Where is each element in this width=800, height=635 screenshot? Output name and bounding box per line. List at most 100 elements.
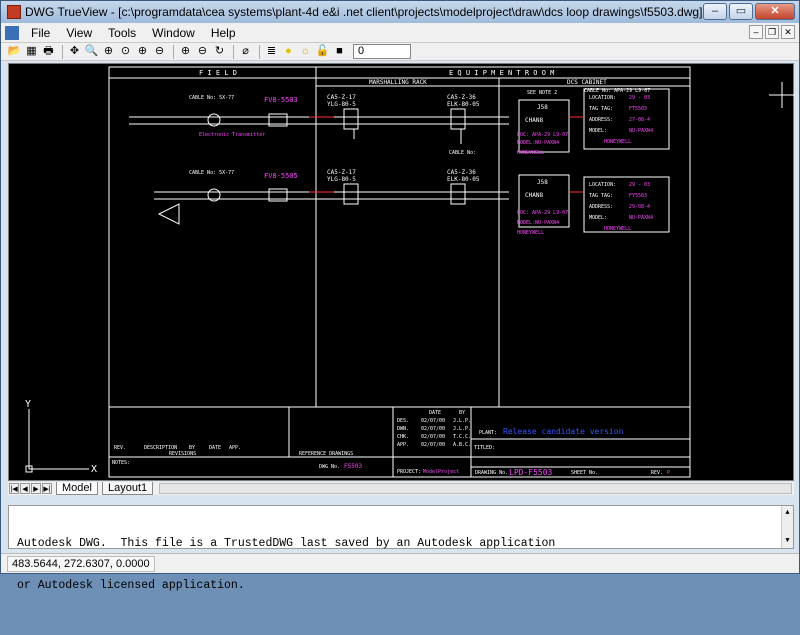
- date-row-date: 02/07/00: [421, 426, 445, 432]
- zoom-out-icon[interactable]: ⊖: [152, 44, 167, 59]
- command-scrollbar[interactable]: ▲ ▼: [781, 506, 793, 548]
- reference-label: REFERENCE DRAWINGS: [299, 451, 353, 457]
- info-value: 27-08-4: [629, 117, 650, 123]
- toolbar-separator: [62, 44, 63, 59]
- info-label: MODEL:: [589, 128, 607, 134]
- command-line-2: or Autodesk licensed application.: [17, 579, 245, 592]
- loop1-vendor: HONEYWELL: [517, 150, 544, 156]
- last-tab-button[interactable]: ▶|: [42, 483, 52, 494]
- layout-tabs: |◀ ◀ ▶ ▶| Model Layout1: [8, 482, 794, 495]
- publish-icon[interactable]: ▦: [24, 44, 39, 59]
- info-label: TAG TAG:: [589, 193, 613, 199]
- date-row-date: 02/07/00: [421, 442, 445, 448]
- zoom-window-icon[interactable]: ⊕: [101, 44, 116, 59]
- loop2-loc: LOC: APA-29 L9-07: [517, 210, 568, 216]
- info-value: 29 - 03: [629, 182, 650, 188]
- sun-icon[interactable]: ☼: [298, 44, 313, 59]
- measure-icon[interactable]: ⌀: [238, 44, 253, 59]
- date-row-by: T.C.C.: [453, 434, 471, 440]
- first-tab-button[interactable]: |◀: [9, 483, 19, 494]
- application-window: DWG TrueView - [c:\programdata\cea syste…: [0, 0, 800, 592]
- ucs-icon: Y X: [25, 399, 97, 475]
- zoom-in-icon[interactable]: ⊕: [135, 44, 150, 59]
- col-rev: REV.: [114, 445, 126, 451]
- toolbar: 📂 ▦ 🖶 ✥ 🔍 ⊕ ⊙ ⊕ ⊖ ⊕ ⊖ ↻ ⌀ ≣ ● ☼ 🔓 ■ 0: [1, 43, 799, 61]
- notes-label: NOTES:: [112, 460, 130, 466]
- tab-layout1[interactable]: Layout1: [101, 482, 154, 495]
- loop1-loc: LOC: APA-29 L9-07: [517, 132, 568, 138]
- sheet-label: SHEET No.: [571, 470, 598, 476]
- doc-restore-button[interactable]: ❐: [765, 25, 779, 39]
- loop1-cab2: CA5-Z-36: [447, 94, 476, 101]
- info-label: ADDRESS:: [589, 204, 613, 210]
- layers-icon[interactable]: ≣: [264, 44, 279, 59]
- loop1-model: MODEL:NU-PAXN4: [517, 140, 559, 146]
- by-header: BY: [459, 410, 465, 416]
- revisions-label: REVISIONS: [169, 451, 196, 457]
- section-equipment: E Q U I P M E N T R O O M: [449, 69, 554, 77]
- menu-help[interactable]: Help: [203, 26, 244, 40]
- date-row-date: 02/07/00: [421, 434, 445, 440]
- zoom-previous-icon[interactable]: ⊙: [118, 44, 133, 59]
- loop2-cable-field: CABLE No: 5X-77: [189, 170, 234, 176]
- menu-file[interactable]: File: [23, 26, 58, 40]
- window-title: DWG TrueView - [c:\programdata\cea syste…: [25, 5, 703, 19]
- date-row-label: CHK.: [397, 434, 409, 440]
- next-tab-button[interactable]: ▶: [31, 483, 41, 494]
- date-row-by: J.L.P.: [453, 426, 471, 432]
- coordinates-display[interactable]: 483.5644, 272.6307, 0.0000: [7, 555, 155, 572]
- doc-close-button[interactable]: ✕: [781, 25, 795, 39]
- plant-value: Release candidate version: [503, 427, 624, 436]
- orbit-icon[interactable]: ↻: [212, 44, 227, 59]
- doc-minimize-button[interactable]: –: [749, 25, 763, 39]
- title-bar: DWG TrueView - [c:\programdata\cea syste…: [1, 1, 799, 23]
- minimize-button[interactable]: –: [703, 3, 727, 20]
- close-button[interactable]: ✕: [755, 3, 795, 20]
- loop1-cable-dcs: CABLE No: APA-29 L9-07: [584, 88, 650, 94]
- zoom-extents-icon[interactable]: ⊕: [178, 44, 193, 59]
- dwg-no-value: F5503: [344, 463, 362, 470]
- maximize-button[interactable]: ▭: [729, 3, 753, 20]
- col-date: DATE: [209, 445, 221, 451]
- loop1-cab2b: ELK-80-05: [447, 101, 480, 108]
- tab-model[interactable]: Model: [56, 482, 98, 495]
- loop-2: CABLE No: 5X-77 FV8-5505 CA5-Z-17 YLG-80…: [154, 169, 670, 236]
- document-icon[interactable]: [5, 25, 19, 40]
- rev-value: P: [667, 470, 670, 476]
- plant-label: PLANT:: [479, 430, 497, 436]
- color-square-icon[interactable]: ■: [332, 44, 347, 59]
- project-label: PROJECT:: [397, 469, 421, 475]
- zoom-all-icon[interactable]: ⊖: [195, 44, 210, 59]
- section-marshalling: MARSHALLING RACK: [369, 79, 427, 86]
- loop1-instrument-desc: Electronic Transmitter: [199, 132, 265, 138]
- drawing-viewport[interactable]: F I E L D E Q U I P M E N T R O O M MARS…: [8, 63, 795, 481]
- zoom-realtime-icon[interactable]: 🔍: [84, 44, 99, 59]
- layer-select[interactable]: 0: [353, 44, 411, 59]
- drawing-canvas: F I E L D E Q U I P M E N T R O O M MARS…: [25, 66, 795, 478]
- loop2-cab1b: YLG-80-5: [327, 176, 356, 183]
- pan-icon[interactable]: ✥: [67, 44, 82, 59]
- menu-window[interactable]: Window: [144, 26, 203, 40]
- loop2-model: MODEL:NU-PAXN4: [517, 220, 559, 226]
- crosshair-cursor: [769, 82, 795, 108]
- info-label: TAG TAG:: [589, 106, 613, 112]
- info-value: HONEYWELL: [604, 139, 631, 145]
- command-window[interactable]: Autodesk DWG. This file is a TrustedDWG …: [8, 505, 794, 592]
- prev-tab-button[interactable]: ◀: [20, 483, 30, 494]
- info-value: 29-08-4: [629, 204, 650, 210]
- loop-1: CABLE No: 5X-77 FV8-5503 Electronic Tran…: [129, 88, 670, 156]
- plot-icon[interactable]: 🖶: [41, 44, 56, 59]
- date-row-label: APP.: [397, 442, 409, 448]
- loop1-cab3-label: CABLE No:: [449, 150, 476, 156]
- info-label: LOCATION:: [589, 95, 616, 101]
- layer-on-icon[interactable]: ●: [281, 44, 296, 59]
- menu-bar: File View Tools Window Help – ❐ ✕: [1, 23, 799, 43]
- lock-icon[interactable]: 🔓: [315, 44, 330, 59]
- menu-tools[interactable]: Tools: [100, 26, 144, 40]
- open-icon[interactable]: 📂: [7, 44, 22, 59]
- section-dcs: DCS CABINET: [567, 79, 607, 86]
- horizontal-scrollbar[interactable]: [159, 483, 792, 494]
- info-label: MODEL:: [589, 215, 607, 221]
- loop2-cab1: CA5-Z-17: [327, 169, 356, 176]
- menu-view[interactable]: View: [58, 26, 100, 40]
